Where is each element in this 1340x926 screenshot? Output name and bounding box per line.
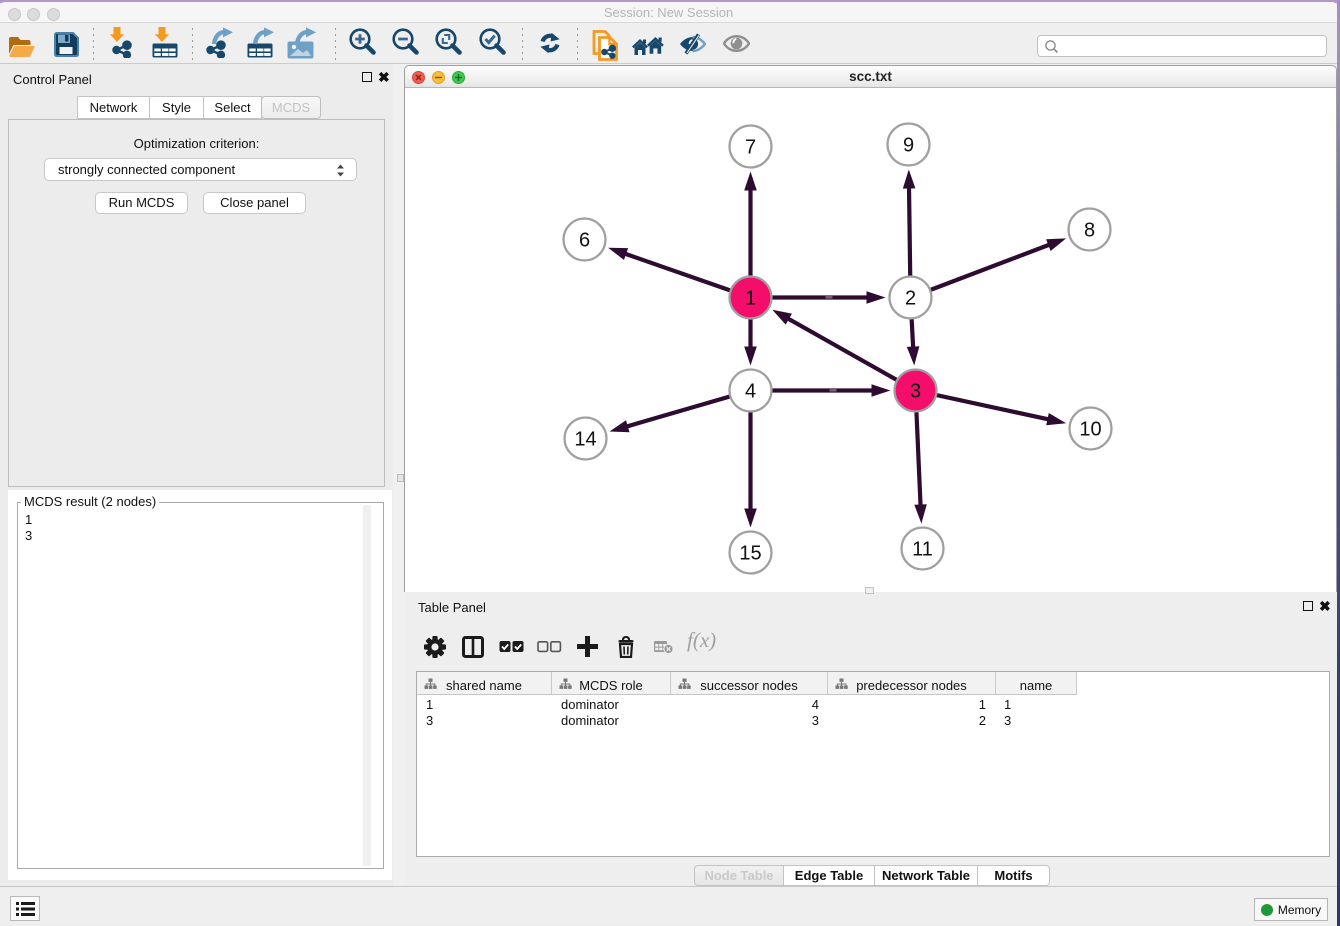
svg-text:3: 3 — [910, 381, 921, 403]
svg-text:1: 1 — [745, 288, 756, 310]
svg-text:4: 4 — [745, 381, 756, 403]
svg-text:8: 8 — [1084, 220, 1095, 242]
svg-text:11: 11 — [912, 539, 933, 561]
svg-text:2: 2 — [905, 288, 916, 310]
svg-text:6: 6 — [579, 230, 590, 252]
svg-text:10: 10 — [1079, 419, 1101, 441]
svg-text:9: 9 — [903, 135, 914, 157]
svg-text:14: 14 — [574, 429, 596, 451]
svg-text:7: 7 — [745, 137, 756, 159]
svg-text:15: 15 — [739, 543, 761, 565]
